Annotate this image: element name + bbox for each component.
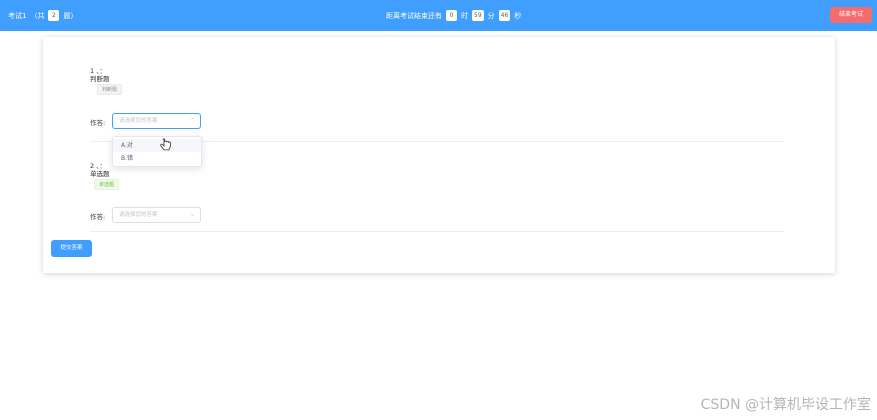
timer-prefix: 距离考试结束还有 — [386, 11, 442, 20]
answer-dropdown: A.对 B.错 — [112, 136, 202, 167]
question-1-placeholder: 请选择您的答案 — [119, 118, 158, 124]
chevron-up-icon: ⌃ — [189, 117, 195, 124]
countdown-timer: 距离考试结束还有 0 时 59 分 46 秒 — [386, 10, 521, 21]
top-bar: 考试1 （共 2 题） 距离考试结束还有 0 时 59 分 46 秒 结束考试 — [0, 0, 877, 31]
dropdown-option-a[interactable]: A.对 — [113, 139, 201, 152]
question-2-answer-label: 作答: — [90, 213, 106, 221]
watermark: CSDN @计算机毕设工作室 — [700, 397, 871, 413]
end-exam-button[interactable]: 结束考试 — [830, 7, 872, 23]
question-2-placeholder: 请选择您的答案 — [119, 212, 158, 218]
timer-seconds: 46 — [498, 10, 511, 21]
timer-minutes: 59 — [472, 10, 484, 21]
submit-answers-button[interactable]: 提交答案 — [51, 240, 92, 257]
question-count: 2 — [48, 10, 60, 21]
hand-cursor-icon — [160, 138, 171, 151]
exam-info: 考试1 （共 2 题） — [8, 10, 77, 21]
hours-unit: 时 — [461, 11, 468, 20]
seconds-unit: 秒 — [514, 11, 522, 20]
exam-title: 考试1 — [8, 11, 27, 20]
question-1-answer-select[interactable]: 请选择您的答案 ⌃ — [112, 113, 201, 129]
minutes-unit: 分 — [487, 11, 495, 20]
question-2-answer-select[interactable]: 请选择您的答案 ⌄ — [112, 207, 201, 223]
question-1-tag: 判断题 — [97, 84, 123, 95]
question-2-divider — [90, 231, 784, 232]
count-prefix: （共 — [30, 11, 45, 20]
timer-hours: 0 — [446, 10, 457, 21]
question-1-type: 判断题 — [90, 75, 110, 83]
dropdown-option-b[interactable]: B.错 — [113, 152, 201, 165]
count-suffix: 题） — [63, 11, 78, 20]
question-1-answer-label: 作答: — [90, 119, 106, 127]
question-2-type: 单选题 — [90, 170, 110, 178]
question-2-tag: 单选题 — [94, 179, 120, 190]
chevron-down-icon: ⌄ — [189, 211, 195, 218]
